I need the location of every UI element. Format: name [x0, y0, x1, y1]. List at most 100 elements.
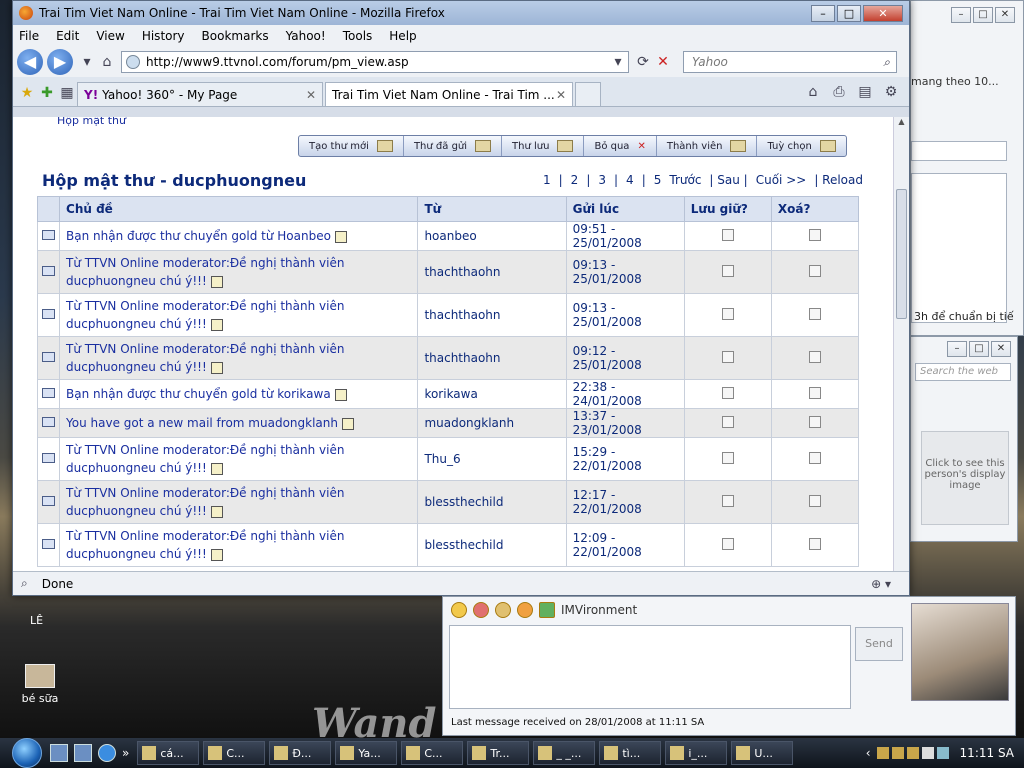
taskbar-item[interactable]: i_... — [665, 741, 728, 765]
delete-checkbox[interactable] — [808, 451, 821, 464]
vertical-scrollbar[interactable]: ▲ — [893, 117, 909, 571]
taskbar-item[interactable]: Ya... — [335, 741, 398, 765]
edit-note-icon[interactable] — [341, 417, 354, 430]
save-checkbox[interactable] — [721, 494, 734, 507]
save-checkbox[interactable] — [721, 228, 734, 241]
delete-checkbox[interactable] — [808, 228, 821, 241]
table-row[interactable]: Từ TTVN Online moderator:Đề nghị thành v… — [36, 437, 860, 481]
page-3[interactable]: 3 — [596, 173, 608, 187]
more-icon[interactable]: » — [122, 746, 129, 760]
delete-checkbox[interactable] — [808, 494, 821, 507]
col-from[interactable]: Từ — [417, 196, 567, 222]
desktop-icon-be-sua[interactable]: bé sữa — [18, 664, 62, 705]
minimize-button[interactable]: – — [811, 4, 835, 22]
display-image-placeholder[interactable]: Click to see this person's display image — [921, 431, 1009, 525]
imvironment-icon[interactable] — [539, 602, 555, 618]
subject-link[interactable]: Bạn nhận được thư chuyển gold từ korikaw… — [66, 387, 331, 401]
taskbar-item[interactable]: C... — [401, 741, 464, 765]
taskbar-item[interactable]: Tr... — [467, 741, 530, 765]
sent-button[interactable]: Thư đã gửi — [404, 136, 503, 156]
close-tab-icon[interactable]: ✕ — [556, 88, 566, 102]
delete-checkbox[interactable] — [808, 307, 821, 320]
subject-link[interactable]: Từ TTVN Online moderator:Đề nghị thành v… — [66, 529, 344, 561]
tray-icon[interactable] — [876, 747, 889, 759]
next-link[interactable]: | Sau | — [707, 173, 749, 187]
scroll-thumb[interactable] — [896, 189, 907, 319]
home-icon[interactable]: ⌂ — [803, 82, 823, 102]
taskbar-item[interactable]: C... — [203, 741, 266, 765]
saved-button[interactable]: Thư lưu — [502, 136, 585, 156]
close-button[interactable]: ✕ — [991, 341, 1011, 357]
tray-expand-icon[interactable]: ‹ — [866, 746, 871, 760]
taskbar-item[interactable]: tì... — [599, 741, 662, 765]
gear-icon[interactable]: ⚙ — [881, 82, 901, 102]
page-icon[interactable]: ▤ — [855, 82, 875, 102]
scroll-up-icon[interactable]: ▲ — [894, 117, 909, 126]
subject-link[interactable]: Từ TTVN Online moderator:Đề nghị thành v… — [66, 443, 344, 475]
clock[interactable]: 11:11 SA — [960, 746, 1014, 760]
delete-checkbox[interactable] — [808, 264, 821, 277]
reload-link[interactable]: | Reload — [812, 173, 865, 187]
font-icon[interactable] — [495, 602, 511, 618]
url-dropdown-icon[interactable]: ▾ — [608, 52, 628, 72]
bookmark-star-icon[interactable]: ★ — [17, 83, 37, 103]
delete-checkbox[interactable] — [808, 415, 821, 428]
subject-link[interactable]: Từ TTVN Online moderator:Đề nghị thành v… — [66, 256, 344, 288]
message-input[interactable] — [449, 625, 851, 709]
audible-icon[interactable] — [473, 602, 489, 618]
send-button[interactable]: Send — [855, 627, 903, 661]
subject-link[interactable]: Từ TTVN Online moderator:Đề nghị thành v… — [66, 342, 344, 374]
ignore-button[interactable]: Bỏ qua ✕ — [584, 136, 657, 156]
page-5[interactable]: 5 — [652, 173, 664, 187]
save-checkbox[interactable] — [721, 264, 734, 277]
save-checkbox[interactable] — [721, 386, 734, 399]
nudge-icon[interactable] — [517, 602, 533, 618]
subject-link[interactable]: Từ TTVN Online moderator:Đề nghị thành v… — [66, 299, 344, 331]
edit-note-icon[interactable] — [210, 318, 223, 331]
minimize-button[interactable]: – — [947, 341, 967, 357]
taskbar-item[interactable]: _ _... — [533, 741, 596, 765]
col-time[interactable]: Gửi lúc — [565, 196, 685, 222]
options-button[interactable]: Tuỳ chọn — [757, 136, 845, 156]
save-checkbox[interactable] — [721, 537, 734, 550]
maximize-button[interactable]: □ — [837, 4, 861, 22]
tab-yahoo-360[interactable]: Y! Yahoo! 360° - My Page ✕ — [77, 82, 323, 106]
prev-link[interactable]: Trước — [667, 173, 703, 187]
save-checkbox[interactable] — [721, 415, 734, 428]
table-row[interactable]: Từ TTVN Online moderator:Đề nghị thành v… — [36, 336, 860, 380]
close-button[interactable]: ✕ — [863, 4, 903, 22]
menu-help[interactable]: Help — [389, 29, 416, 43]
page-2[interactable]: 2 — [569, 173, 581, 187]
taskbar-item[interactable]: cá... — [137, 741, 200, 765]
menu-view[interactable]: View — [96, 29, 124, 43]
page-1[interactable]: 1 — [541, 173, 553, 187]
table-row[interactable]: Từ TTVN Online moderator:Đề nghị thành v… — [36, 523, 860, 567]
taskbar-item[interactable]: Đ... — [269, 741, 332, 765]
history-dropdown-icon[interactable]: ▾ — [77, 52, 97, 72]
tray-icon[interactable] — [891, 747, 904, 759]
edit-note-icon[interactable] — [334, 388, 347, 401]
delete-checkbox[interactable] — [808, 537, 821, 550]
menu-history[interactable]: History — [142, 29, 185, 43]
home-icon[interactable]: ⌂ — [97, 52, 117, 72]
desktop-icon-le[interactable]: LÊ — [30, 614, 43, 627]
subject-link[interactable]: Từ TTVN Online moderator:Đề nghị thành v… — [66, 486, 344, 518]
table-row[interactable]: Từ TTVN Online moderator:Đề nghị thành v… — [36, 250, 860, 294]
menu-bookmarks[interactable]: Bookmarks — [202, 29, 269, 43]
table-row[interactable]: Bạn nhận được thư chuyển gold từ korikaw… — [36, 379, 860, 409]
tab-ttvn[interactable]: Trai Tim Viet Nam Online - Trai Tim ... … — [325, 82, 573, 106]
switch-windows-icon[interactable] — [74, 744, 92, 762]
tray-icon[interactable] — [906, 747, 919, 759]
show-desktop-icon[interactable] — [50, 744, 68, 762]
back-button[interactable]: ◀ — [17, 49, 43, 75]
page-4[interactable]: 4 — [624, 173, 636, 187]
edit-note-icon[interactable] — [334, 230, 347, 243]
search-icon[interactable]: ⌕ — [883, 55, 896, 70]
volume-icon[interactable] — [921, 747, 934, 759]
edit-note-icon[interactable] — [210, 505, 223, 518]
maximize-button[interactable]: □ — [969, 341, 989, 357]
tab-grid-icon[interactable]: ▦ — [57, 83, 77, 103]
table-row[interactable]: Từ TTVN Online moderator:Đề nghị thành v… — [36, 293, 860, 337]
add-icon[interactable]: ✚ — [37, 83, 57, 103]
search-input[interactable]: Yahoo ⌕ — [683, 51, 897, 73]
